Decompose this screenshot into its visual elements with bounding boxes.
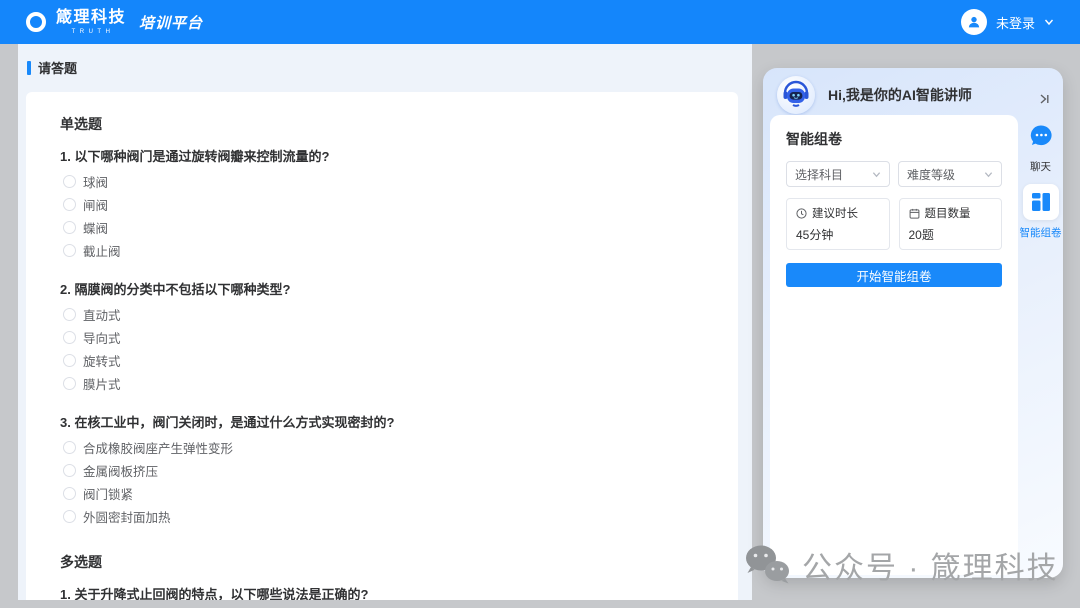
option-label: 膜片式 (83, 374, 121, 393)
section-heading: 多选题 (60, 552, 708, 572)
clock-icon (796, 208, 807, 219)
assistant-tab-strip: 聊天 智能组卷 (1018, 115, 1063, 240)
option-label: 闸阀 (83, 195, 108, 214)
section-heading: 单选题 (60, 114, 708, 134)
option-label: 直动式 (83, 305, 121, 324)
answer-option[interactable]: 阀门锁紧 (60, 482, 708, 505)
question-title: 2. 隔膜阀的分类中不包括以下哪种类型? (60, 279, 708, 298)
start-smart-paper-button[interactable]: 开始智能组卷 (786, 263, 1002, 287)
page-title: 请答题 (38, 58, 77, 77)
radio-icon[interactable] (63, 331, 76, 344)
calendar-icon (909, 208, 920, 219)
brand-subtitle: TRUTH (68, 29, 115, 35)
answer-option[interactable]: 外圆密封面加热 (60, 505, 708, 528)
question-count-label: 题目数量 (925, 205, 971, 221)
chat-bubble-icon (1028, 123, 1054, 149)
ai-greeting: Hi,我是你的AI智能讲师 (828, 85, 972, 105)
panel-title: 智能组卷 (786, 129, 1002, 149)
option-label: 合成橡胶阀座产生弹性变形 (83, 438, 233, 457)
chevron-down-icon (984, 170, 993, 179)
difficulty-select[interactable]: 难度等级 (898, 161, 1002, 187)
answer-option[interactable]: 合成橡胶阀座产生弹性变形 (60, 436, 708, 459)
quiz-card: 单选题 1. 以下哪种阀门是通过旋转阀瓣来控制流量的? 球阀闸阀蝶阀截止阀 2. 隔膜… (26, 92, 738, 600)
question-block: 1. 以下哪种阀门是通过旋转阀瓣来控制流量的? 球阀闸阀蝶阀截止阀 (60, 146, 708, 262)
question-title: 1. 关于升降式止回阀的特点，以下哪些说法是正确的? (60, 584, 708, 600)
option-label: 阀门锁紧 (83, 484, 133, 503)
duration-info-box: 建议时长 45分钟 (786, 198, 890, 250)
question-title: 1. 以下哪种阀门是通过旋转阀瓣来控制流量的? (60, 146, 708, 165)
question-count-value: 20题 (909, 226, 993, 243)
duration-value: 45分钟 (796, 226, 880, 243)
option-label: 球阀 (83, 172, 108, 191)
question-block: 2. 隔膜阀的分类中不包括以下哪种类型? 直动式导向式旋转式膜片式 (60, 279, 708, 395)
smart-paper-panel: 智能组卷 选择科目 难度等级 (770, 115, 1018, 575)
brand-logo-group: 箴理科技 TRUTH 培训平台 (26, 10, 203, 35)
platform-title: 培训平台 (139, 12, 203, 33)
subject-select-value: 选择科目 (795, 166, 843, 183)
question-section: 多选题 1. 关于升降式止回阀的特点，以下哪些说法是正确的?升降式止回阀升程最短，… (60, 552, 708, 600)
option-label: 截止阀 (83, 241, 121, 260)
option-label: 外圆密封面加热 (83, 507, 171, 526)
answer-option[interactable]: 膜片式 (60, 372, 708, 395)
answer-option[interactable]: 截止阀 (60, 239, 708, 262)
radio-icon[interactable] (63, 441, 76, 454)
radio-icon[interactable] (63, 308, 76, 321)
subject-select[interactable]: 选择科目 (786, 161, 890, 187)
collapse-panel-icon[interactable] (1037, 92, 1051, 106)
question-block: 3. 在核工业中，阀门关闭时，是通过什么方式实现密封的? 合成橡胶阀座产生弹性变形… (60, 412, 708, 528)
tab-smart-paper[interactable]: 智能组卷 (1020, 184, 1062, 240)
logo-ring-icon (26, 12, 46, 32)
difficulty-select-value: 难度等级 (907, 166, 955, 183)
login-label[interactable]: 未登录 (996, 13, 1035, 32)
question-block: 1. 关于升降式止回阀的特点，以下哪些说法是正确的?升降式止回阀升程最短，能够实… (60, 584, 708, 600)
title-accent-bar (27, 61, 31, 75)
answer-option[interactable]: 球阀 (60, 170, 708, 193)
question-sections: 单选题 1. 以下哪种阀门是通过旋转阀瓣来控制流量的? 球阀闸阀蝶阀截止阀 2. 隔膜… (60, 114, 708, 600)
answer-option[interactable]: 闸阀 (60, 193, 708, 216)
app-header: 箴理科技 TRUTH 培训平台 未登录 (0, 0, 1080, 44)
question-section: 单选题 1. 以下哪种阀门是通过旋转阀瓣来控制流量的? 球阀闸阀蝶阀截止阀 2. 隔膜… (60, 114, 708, 528)
user-avatar-icon[interactable] (961, 9, 987, 35)
answer-option[interactable]: 旋转式 (60, 349, 708, 372)
radio-icon[interactable] (63, 221, 76, 234)
robot-avatar-icon (777, 76, 815, 114)
question-title: 3. 在核工业中，阀门关闭时，是通过什么方式实现密封的? (60, 412, 708, 431)
option-label: 旋转式 (83, 351, 121, 370)
radio-icon[interactable] (63, 198, 76, 211)
duration-label: 建议时长 (812, 205, 858, 221)
radio-icon[interactable] (63, 244, 76, 257)
radio-icon[interactable] (63, 487, 76, 500)
grid-icon (1030, 191, 1052, 213)
radio-icon[interactable] (63, 377, 76, 390)
option-label: 导向式 (83, 328, 121, 347)
option-label: 蝶阀 (83, 218, 108, 237)
answer-option[interactable]: 导向式 (60, 326, 708, 349)
chevron-down-icon (872, 170, 881, 179)
answer-option[interactable]: 直动式 (60, 303, 708, 326)
radio-icon[interactable] (63, 175, 76, 188)
tab-chat-label: 聊天 (1030, 159, 1051, 174)
chevron-down-icon (1044, 17, 1054, 27)
tab-smart-paper-label: 智能组卷 (1020, 225, 1062, 240)
login-menu[interactable]: 未登录 (961, 9, 1054, 35)
radio-icon[interactable] (63, 464, 76, 477)
quiz-content-area: 请答题 单选题 1. 以下哪种阀门是通过旋转阀瓣来控制流量的? 球阀闸阀蝶阀截止阀 2… (18, 44, 752, 600)
radio-icon[interactable] (63, 354, 76, 367)
radio-icon[interactable] (63, 510, 76, 523)
ai-assistant-panel: Hi,我是你的AI智能讲师 智能组卷 选择科目 难度等级 (763, 68, 1063, 578)
question-count-info-box: 题目数量 20题 (899, 198, 1003, 250)
answer-option[interactable]: 金属阀板挤压 (60, 459, 708, 482)
answer-option[interactable]: 蝶阀 (60, 216, 708, 239)
brand-name: 箴理科技 (56, 10, 126, 26)
tab-chat[interactable]: 聊天 (1028, 123, 1054, 174)
option-label: 金属阀板挤压 (83, 461, 158, 480)
